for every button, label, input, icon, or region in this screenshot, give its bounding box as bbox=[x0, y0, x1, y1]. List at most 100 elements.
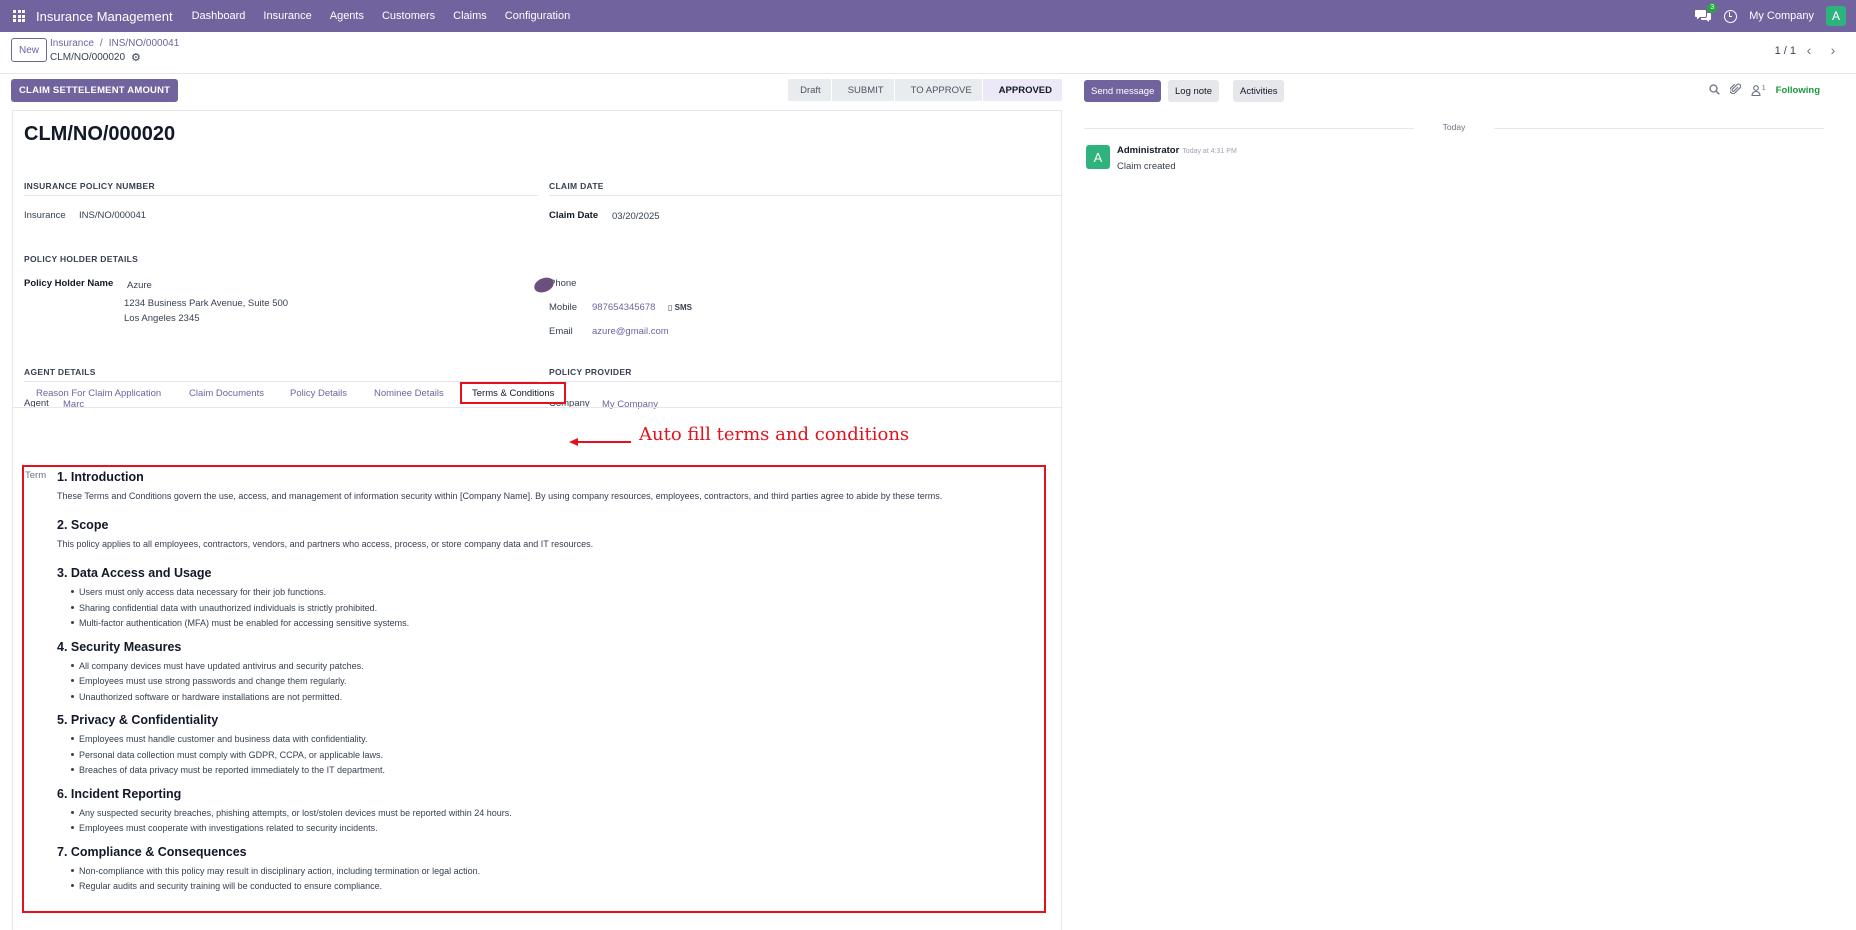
tab-claim-documents[interactable]: Claim Documents bbox=[189, 382, 264, 404]
mobile-label: Mobile bbox=[549, 302, 577, 313]
term-label: Term bbox=[25, 470, 47, 481]
top-navbar: Insurance Management Dashboard Insurance… bbox=[0, 0, 1856, 32]
menu-insurance[interactable]: Insurance bbox=[254, 10, 320, 22]
sms-label: SMS bbox=[674, 303, 692, 312]
terms-field[interactable]: Term 1. Introduction These Terms and Con… bbox=[22, 465, 1046, 913]
message-time: Today at 4:31 PM bbox=[1182, 148, 1237, 155]
holder-address-line-1: 1234 Business Park Avenue, Suite 500 bbox=[124, 298, 289, 309]
holder-name-label: Policy Holder Name bbox=[24, 278, 114, 289]
mobile-field[interactable]: 987654345678 bbox=[592, 302, 655, 313]
section-text: These Terms and Conditions govern the us… bbox=[57, 491, 943, 501]
section-title: 3. Data Access and Usage bbox=[57, 566, 212, 580]
company-switcher[interactable]: My Company bbox=[1749, 10, 1814, 22]
current-record: CLM/NO/000020 ⚙ bbox=[50, 51, 141, 64]
section-title: 6. Incident Reporting bbox=[57, 786, 182, 801]
menu-claims[interactable]: Claims bbox=[444, 10, 496, 22]
stage-to-approve[interactable]: TO APPROVE bbox=[894, 79, 982, 101]
user-avatar[interactable]: A bbox=[1826, 6, 1846, 26]
list-item: Regular audits and security training wil… bbox=[57, 880, 1036, 896]
list-item: Sharing confidential data with unauthori… bbox=[57, 602, 1036, 618]
policy-section-title: INSURANCE POLICY NUMBER bbox=[24, 181, 538, 196]
section-title: 4. Security Measures bbox=[57, 639, 182, 654]
insurance-label: Insurance bbox=[24, 210, 66, 221]
message-author[interactable]: Administrator bbox=[1117, 145, 1179, 156]
breadcrumb-insurance[interactable]: Insurance bbox=[50, 38, 94, 49]
list-item: Employees must handle customer and busin… bbox=[57, 733, 1036, 749]
section-list: Non-compliance with this policy may resu… bbox=[57, 865, 1036, 896]
menu-dashboard[interactable]: Dashboard bbox=[183, 10, 255, 22]
send-message-button[interactable]: Send message bbox=[1084, 80, 1162, 102]
pager-value[interactable]: 1 / 1 bbox=[1775, 45, 1796, 57]
notebook-tabs: Reason For Claim Application Claim Docum… bbox=[13, 382, 1061, 408]
section-text: This policy applies to all employees, co… bbox=[57, 539, 594, 549]
paperclip-icon[interactable] bbox=[1729, 83, 1741, 98]
message-body: Claim created bbox=[1117, 161, 1176, 172]
control-panel: New Insurance / INS/NO/000041 CLM/NO/00002… bbox=[0, 32, 1856, 74]
search-icon[interactable] bbox=[1709, 83, 1720, 98]
activities-button[interactable]: Activities bbox=[1233, 80, 1285, 102]
email-label: Email bbox=[549, 326, 573, 337]
gear-icon[interactable]: ⚙ bbox=[131, 51, 141, 64]
new-button[interactable]: New bbox=[11, 38, 48, 62]
list-item: Employees must cooperate with investigat… bbox=[57, 822, 1036, 838]
holder-name-field[interactable]: Azure bbox=[127, 280, 152, 291]
app-menu-grid-icon[interactable] bbox=[2, 0, 36, 32]
agent-section-title: AGENT DETAILS bbox=[24, 367, 538, 382]
list-item: Multi-factor authentication (MFA) must b… bbox=[57, 617, 1036, 633]
tab-nominee-details[interactable]: Nominee Details bbox=[374, 382, 444, 404]
menu-configuration[interactable]: Configuration bbox=[496, 10, 579, 22]
insurance-field[interactable]: INS/NO/000041 bbox=[79, 210, 146, 221]
tab-policy-details[interactable]: Policy Details bbox=[290, 382, 347, 404]
claim-settlement-button[interactable]: CLAIM SETTELEMENT AMOUNT bbox=[11, 79, 179, 102]
drag-handle-blob[interactable] bbox=[532, 276, 556, 294]
annotation-text: Auto fill terms and conditions bbox=[639, 424, 910, 445]
tab-terms-conditions[interactable]: Terms & Conditions bbox=[460, 382, 567, 404]
stage-draft[interactable]: Draft bbox=[788, 79, 831, 101]
menu-customers[interactable]: Customers bbox=[373, 10, 444, 22]
list-item: Unauthorized software or hardware instal… bbox=[57, 691, 1036, 707]
breadcrumb-policy[interactable]: INS/NO/000041 bbox=[109, 38, 180, 49]
stage-approved[interactable]: APPROVED bbox=[982, 79, 1062, 101]
record-name: CLM/NO/000020 bbox=[50, 52, 126, 63]
holder-section-title: POLICY HOLDER DETAILS bbox=[24, 254, 139, 264]
log-note-button[interactable]: Log note bbox=[1168, 80, 1219, 102]
following-button[interactable]: Following bbox=[1776, 85, 1820, 96]
status-bar: Draft SUBMIT TO APPROVE APPROVED bbox=[787, 79, 1062, 101]
holder-address-line-2: Los Angeles 2345 bbox=[124, 313, 200, 324]
mobile-phone-icon: ▯ bbox=[668, 303, 673, 312]
form-header: CLAIM SETTELEMENT AMOUNT Draft SUBMIT TO… bbox=[0, 74, 1070, 110]
list-item: Any suspected security breaches, phishin… bbox=[57, 807, 1036, 823]
chatter-toolbar: 1 Following bbox=[1709, 83, 1820, 98]
list-item: Employees must use strong passwords and … bbox=[57, 675, 1036, 691]
menu-agents[interactable]: Agents bbox=[321, 10, 373, 22]
chatter-panel: Send message Log note Activities 1 Follo… bbox=[1070, 74, 1856, 930]
email-field[interactable]: azure@gmail.com bbox=[592, 326, 669, 337]
list-item: Personal data collection must comply wit… bbox=[57, 749, 1036, 765]
provider-section-title: POLICY PROVIDER bbox=[549, 367, 1061, 382]
sms-button[interactable]: ▯ SMS bbox=[668, 303, 692, 312]
section-list: Employees must handle customer and busin… bbox=[57, 733, 1036, 780]
claim-date-field[interactable]: 03/20/2025 bbox=[612, 211, 660, 222]
section-list: Any suspected security breaches, phishin… bbox=[57, 807, 1036, 838]
list-item: Non-compliance with this policy may resu… bbox=[57, 865, 1036, 881]
app-name[interactable]: Insurance Management bbox=[36, 9, 173, 24]
claim-date-section-title: CLAIM DATE bbox=[549, 181, 1061, 196]
message-author-avatar[interactable]: A bbox=[1086, 145, 1110, 169]
activity-clock-icon[interactable] bbox=[1724, 9, 1738, 23]
stage-submit[interactable]: SUBMIT bbox=[831, 79, 894, 101]
previous-record-icon[interactable]: ‹ bbox=[1798, 40, 1820, 60]
terms-content: 1. Introduction These Terms and Conditio… bbox=[57, 469, 1036, 902]
date-separator: Today bbox=[1084, 122, 1824, 132]
list-item: All company devices must have updated an… bbox=[57, 660, 1036, 676]
followers-count: 1 bbox=[1761, 85, 1766, 92]
followers-button[interactable]: 1 bbox=[1751, 85, 1766, 96]
list-item: Breaches of data privacy must be reporte… bbox=[57, 764, 1036, 780]
message-header: Administrator Today at 4:31 PM bbox=[1117, 145, 1237, 156]
section-title: 5. Privacy & Confidentiality bbox=[57, 713, 219, 727]
annotation-arrow bbox=[569, 438, 631, 446]
section-list: Users must only access data necessary fo… bbox=[57, 586, 1036, 633]
tab-reason-for-claim[interactable]: Reason For Claim Application bbox=[36, 382, 161, 404]
next-record-icon[interactable]: › bbox=[1822, 40, 1844, 60]
date-separator-label: Today bbox=[1442, 122, 1466, 132]
messaging-icon[interactable]: 3 bbox=[1694, 3, 1718, 24]
